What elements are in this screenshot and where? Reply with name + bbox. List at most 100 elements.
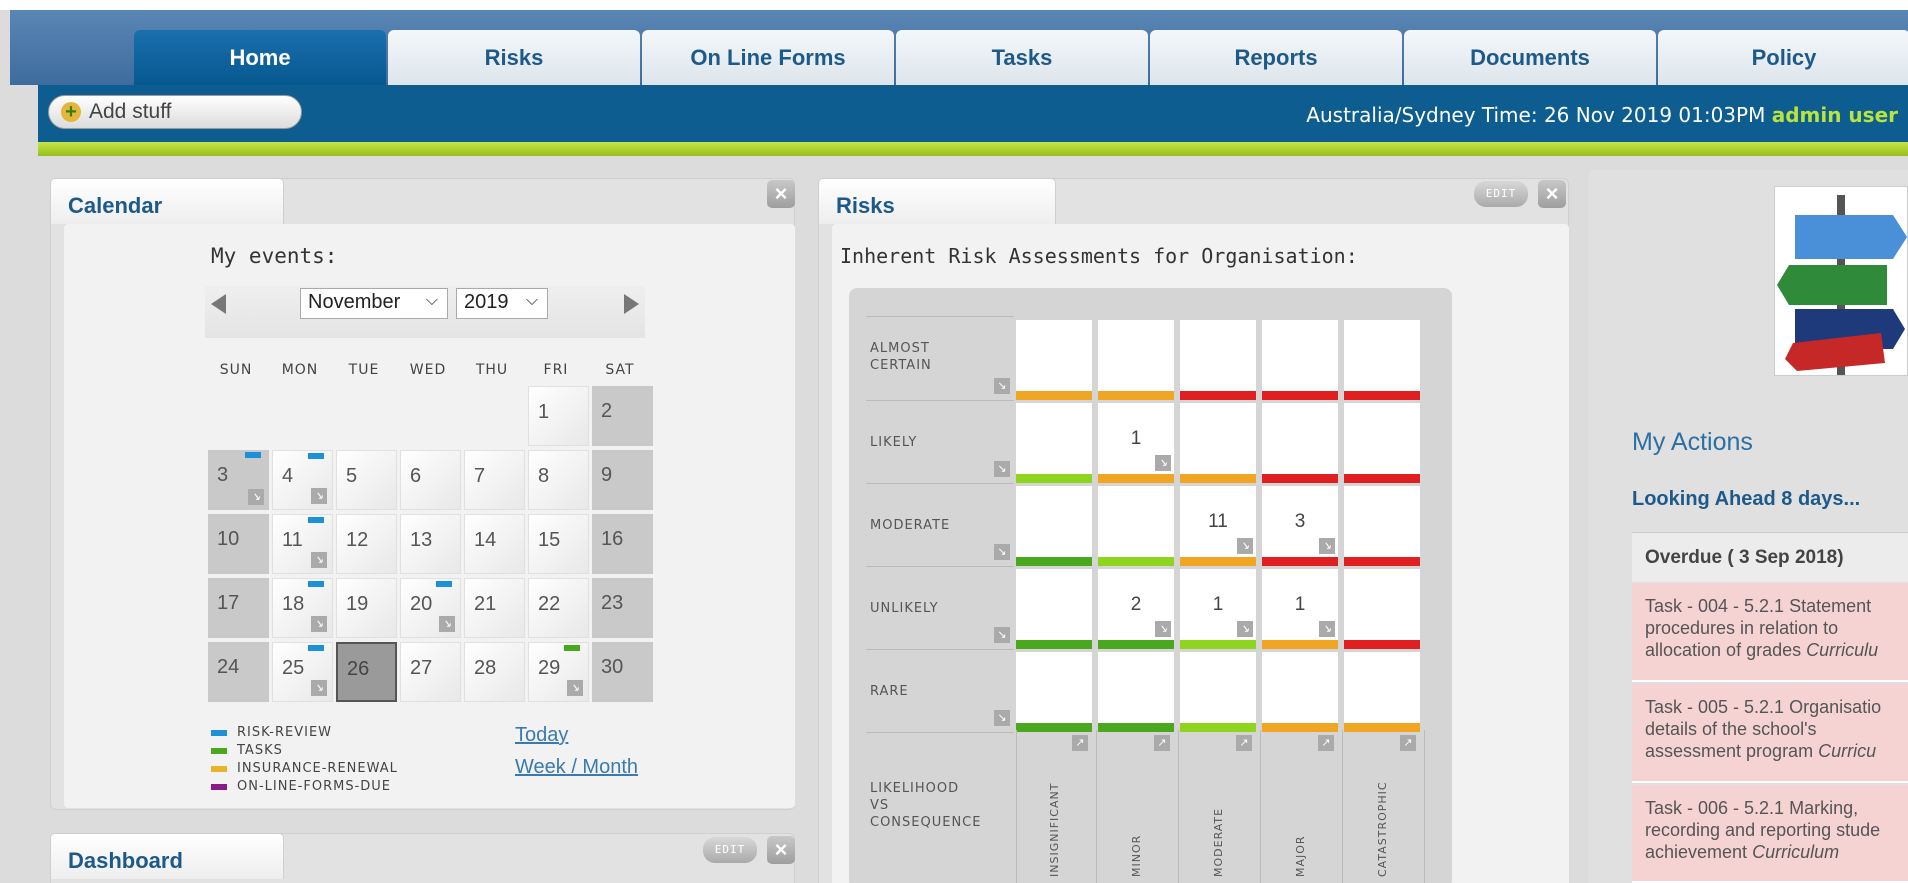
matrix-cell[interactable] [1344,569,1420,649]
matrix-cell[interactable] [1344,652,1420,732]
calendar-day-30[interactable]: 30 [592,642,653,702]
user-name-link[interactable]: admin user [1772,103,1898,127]
col-expand-icon[interactable]: ↗ [1072,735,1088,751]
calendar-day-28[interactable]: 28 [464,642,525,702]
cell-expand-icon[interactable]: ↘ [1237,621,1253,637]
row-expand-icon[interactable]: ↘ [994,710,1010,726]
matrix-cell[interactable] [1344,320,1420,400]
row-expand-icon[interactable]: ↘ [994,627,1010,643]
calendar-day-8[interactable]: 8 [528,450,589,510]
matrix-cell[interactable] [1016,486,1092,566]
add-stuff-button[interactable]: + Add stuff [48,95,302,129]
dashboard-edit-button[interactable]: EDIT [703,837,757,863]
matrix-cell[interactable] [1344,403,1420,483]
calendar-close-icon[interactable]: × [767,180,795,208]
col-expand-icon[interactable]: ↗ [1400,735,1416,751]
calendar-day-10[interactable]: 10 [208,514,269,574]
calendar-day-9[interactable]: 9 [592,450,653,510]
matrix-cell[interactable] [1016,569,1092,649]
matrix-cell[interactable]: 3 ↘ [1262,486,1338,566]
matrix-cell[interactable] [1016,652,1092,732]
calendar-day-24[interactable]: 24 [208,642,269,702]
col-expand-icon[interactable]: ↗ [1318,735,1334,751]
calendar-day-19[interactable]: 19 [336,578,397,638]
matrix-cell[interactable]: 2 ↘ [1098,569,1174,649]
calendar-day-29[interactable]: 29 ↘ [528,642,589,702]
expand-icon[interactable]: ↘ [248,489,264,505]
expand-icon[interactable]: ↘ [311,680,327,696]
matrix-cell[interactable] [1098,320,1174,400]
tab-policy[interactable]: Policy [1658,30,1908,86]
cell-expand-icon[interactable]: ↘ [1155,621,1171,637]
matrix-cell[interactable] [1262,403,1338,483]
matrix-cell[interactable]: 1 ↘ [1098,403,1174,483]
matrix-cell[interactable] [1098,486,1174,566]
calendar-day-23[interactable]: 23 [592,578,653,638]
calendar-day-15[interactable]: 15 [528,514,589,574]
expand-icon[interactable]: ↘ [311,616,327,632]
calendar-day-3[interactable]: 3 ↘ [208,450,269,510]
tab-home[interactable]: Home [134,30,386,86]
tab-reports[interactable]: Reports [1150,30,1402,86]
matrix-cell[interactable] [1016,403,1092,483]
expand-icon[interactable]: ↘ [439,616,455,632]
task-item[interactable]: Task - 005 - 5.2.1 Organisatio details o… [1632,684,1908,783]
dashboard-close-icon[interactable]: × [767,836,795,864]
risks-close-icon[interactable]: × [1538,180,1566,208]
calendar-day-2[interactable]: 2 [592,386,653,446]
cell-expand-icon[interactable]: ↘ [1155,455,1171,471]
tab-tasks[interactable]: Tasks [896,30,1148,86]
calendar-day-1[interactable]: 1 [528,386,589,446]
look-ahead-link[interactable]: Looking Ahead 8 days... [1632,488,1860,511]
matrix-cell[interactable] [1262,652,1338,732]
risks-edit-button[interactable]: EDIT [1474,181,1528,207]
calendar-day-25[interactable]: 25 ↘ [272,642,333,702]
calendar-day-16[interactable]: 16 [592,514,653,574]
week-month-link[interactable]: Week / Month [515,756,638,779]
cell-expand-icon[interactable]: ↘ [1319,621,1335,637]
expand-icon[interactable]: ↘ [311,552,327,568]
calendar-day-7[interactable]: 7 [464,450,525,510]
calendar-day-22[interactable]: 22 [528,578,589,638]
row-expand-icon[interactable]: ↘ [994,378,1010,394]
prev-month-icon[interactable] [211,294,226,314]
calendar-day-17[interactable]: 17 [208,578,269,638]
today-link[interactable]: Today [515,724,568,747]
cell-expand-icon[interactable]: ↘ [1319,538,1335,554]
col-expand-icon[interactable]: ↗ [1236,735,1252,751]
calendar-day-13[interactable]: 13 [400,514,461,574]
tab-online-forms[interactable]: On Line Forms [642,30,894,86]
calendar-day-26-today[interactable]: 26 [336,642,397,702]
calendar-day-11[interactable]: 11 ↘ [272,514,333,574]
calendar-day-14[interactable]: 14 [464,514,525,574]
calendar-day-5[interactable]: 5 [336,450,397,510]
calendar-day-20[interactable]: 20 ↘ [400,578,461,638]
matrix-cell[interactable] [1180,403,1256,483]
month-select[interactable]: November ⌵ [300,288,448,319]
row-expand-icon[interactable]: ↘ [994,461,1010,477]
cell-expand-icon[interactable]: ↘ [1237,538,1253,554]
task-item[interactable]: Task - 004 - 5.2.1 Statement procedures … [1632,583,1908,682]
year-select[interactable]: 2019 ⌵ [456,288,548,319]
matrix-cell[interactable] [1016,320,1092,400]
matrix-cell[interactable] [1344,486,1420,566]
matrix-cell[interactable]: 11 ↘ [1180,486,1256,566]
row-expand-icon[interactable]: ↘ [994,544,1010,560]
calendar-day-18[interactable]: 18 ↘ [272,578,333,638]
matrix-cell[interactable]: 1 ↘ [1262,569,1338,649]
calendar-day-12[interactable]: 12 [336,514,397,574]
tab-documents[interactable]: Documents [1404,30,1656,86]
calendar-day-6[interactable]: 6 [400,450,461,510]
calendar-day-27[interactable]: 27 [400,642,461,702]
matrix-cell[interactable]: 1 ↘ [1180,569,1256,649]
expand-icon[interactable]: ↘ [311,488,327,504]
task-item[interactable]: Task - 006 - 5.2.1 Marking, recording an… [1632,785,1908,883]
expand-icon[interactable]: ↘ [567,680,583,696]
calendar-day-4[interactable]: 4 ↘ [272,450,333,510]
matrix-cell[interactable] [1098,652,1174,732]
matrix-cell[interactable] [1262,320,1338,400]
matrix-cell[interactable] [1180,652,1256,732]
calendar-day-21[interactable]: 21 [464,578,525,638]
next-month-icon[interactable] [624,294,639,314]
col-expand-icon[interactable]: ↗ [1154,735,1170,751]
